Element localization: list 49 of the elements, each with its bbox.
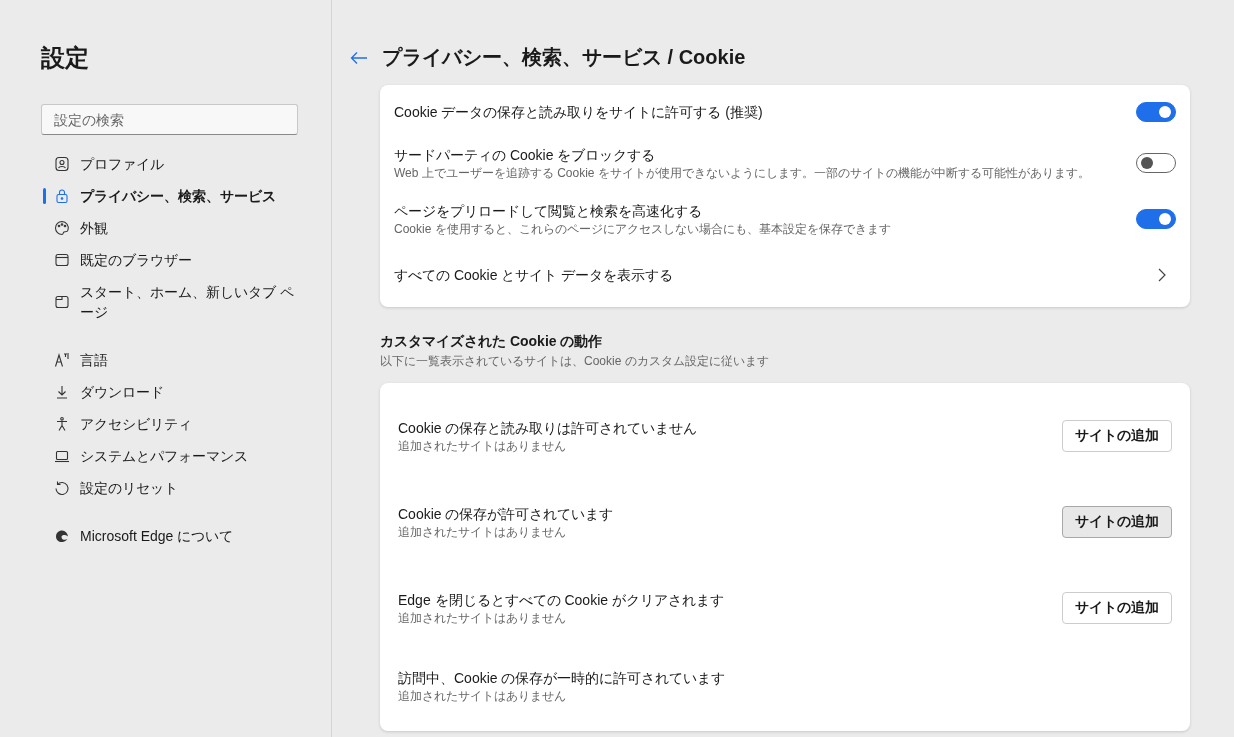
- section-subtitle: 以下に一覧表示されているサイトは、Cookie のカスタム設定に従います: [380, 353, 770, 370]
- add-site-button[interactable]: サイトの追加: [1062, 420, 1172, 452]
- browser-window-icon: [54, 252, 70, 268]
- setting-label: すべての Cookie とサイト データを表示する: [394, 266, 674, 285]
- setting-description: Web 上でユーザーを追跡する Cookie をサイトが使用できないようにします。一部のサイトの機能が中断する可能性があります。: [394, 164, 1090, 182]
- setting-label: ページをプリロードして閲覧と検索を高速化する: [394, 201, 703, 221]
- rule-title: 訪問中、Cookie の保存が一時的に許可されています: [398, 668, 726, 688]
- rule-status: 追加されたサイトはありません: [398, 609, 567, 627]
- rule-status: 追加されたサイトはありません: [398, 437, 567, 455]
- sidebar-item[interactable]: 外観: [41, 212, 298, 244]
- sidebar-item[interactable]: Microsoft Edge について: [41, 520, 298, 552]
- toggle-switch[interactable]: [1136, 209, 1176, 229]
- settings-title: 設定: [41, 43, 90, 73]
- chevron-right-icon[interactable]: [1158, 268, 1166, 282]
- sidebar-item[interactable]: 既定のブラウザー: [41, 244, 298, 276]
- search-field[interactable]: 設定の検索: [41, 104, 298, 135]
- rule-title: Edge を閉じるとすべての Cookie がクリアされます: [398, 590, 724, 610]
- sidebar-item[interactable]: スタート、ホーム、新しいタブ ページ: [41, 276, 298, 328]
- language-icon: [54, 352, 70, 368]
- setting-label: Cookie データの保存と読み取りをサイトに許可する (推奨): [394, 103, 763, 122]
- rule-status: 追加されたサイトはありません: [398, 523, 567, 541]
- sidebar-item[interactable]: システムとパフォーマンス: [41, 440, 298, 472]
- download-icon: [54, 384, 70, 400]
- accessibility-icon: [54, 416, 70, 432]
- sidebar-item[interactable]: ダウンロード: [41, 376, 298, 408]
- sidebar-item[interactable]: プライバシー、検索、サービス: [41, 180, 298, 212]
- toggle-switch[interactable]: [1136, 153, 1176, 173]
- setting-description: Cookie を使用すると、これらのページにアクセスしない場合にも、基本設定を保存できます: [394, 220, 891, 238]
- add-site-button[interactable]: サイトの追加: [1062, 592, 1172, 624]
- setting-label: サードパーティの Cookie をブロックする: [394, 145, 657, 165]
- sidebar-item[interactable]: アクセシビリティ: [41, 408, 298, 440]
- reset-icon: [54, 480, 70, 496]
- rule-title: Cookie の保存が許可されています: [398, 504, 614, 524]
- toggle-switch[interactable]: [1136, 102, 1176, 122]
- sidebar-item[interactable]: プロファイル: [41, 148, 298, 180]
- back-arrow-icon[interactable]: [350, 50, 368, 65]
- laptop-icon: [54, 448, 70, 464]
- sidebar-item[interactable]: 設定のリセット: [41, 472, 298, 504]
- edge-logo-icon: [54, 528, 70, 544]
- lock-icon: [54, 188, 70, 204]
- tab-page-icon: [54, 294, 70, 310]
- sidebar-item[interactable]: 言語: [41, 344, 298, 376]
- section-title: カスタマイズされた Cookie の動作: [380, 333, 604, 351]
- rule-status: 追加されたサイトはありません: [398, 687, 567, 705]
- rule-title: Cookie の保存と読み取りは許可されていません: [398, 418, 698, 438]
- palette-icon: [54, 220, 70, 236]
- page-title: プライバシー、検索、サービス / Cookie: [382, 45, 746, 70]
- person-icon: [54, 156, 70, 172]
- add-site-button[interactable]: サイトの追加: [1062, 506, 1172, 538]
